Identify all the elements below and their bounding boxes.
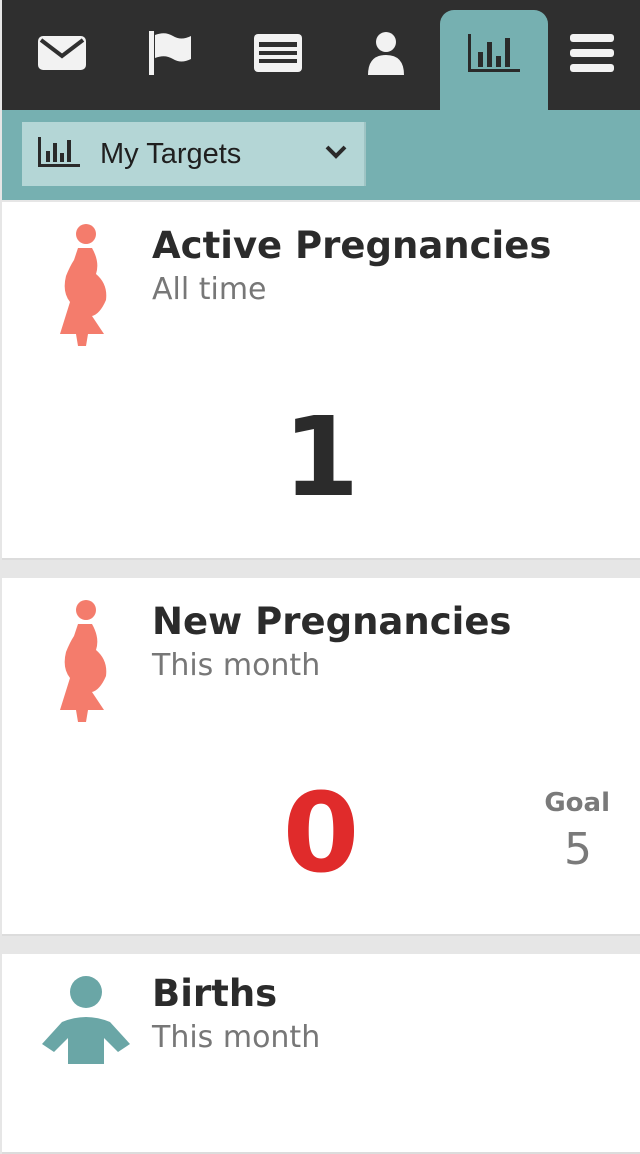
card-title: Active Pregnancies xyxy=(152,224,552,267)
envelope-icon xyxy=(37,34,87,72)
card-title: Births xyxy=(152,972,278,1015)
flag-icon xyxy=(145,31,195,75)
bar-chart-icon xyxy=(466,32,522,74)
target-card-new-pregnancies[interactable]: New Pregnancies This month 0 Goal 5 xyxy=(2,578,640,936)
tab-menu[interactable] xyxy=(538,10,640,110)
bar-chart-icon xyxy=(38,137,80,171)
dropdown-selected-label: My Targets xyxy=(100,137,242,170)
tab-contacts[interactable] xyxy=(332,10,440,110)
top-nav-bar xyxy=(2,0,640,110)
pregnant-woman-icon xyxy=(42,598,122,726)
card-period: This month xyxy=(152,1020,321,1055)
chevron-down-icon xyxy=(324,144,348,164)
filter-bar: My Targets xyxy=(2,110,640,200)
tab-tasks[interactable] xyxy=(116,10,224,110)
pregnant-woman-icon xyxy=(42,222,122,350)
goal-label: Goal xyxy=(544,788,610,818)
target-card-active-pregnancies[interactable]: Active Pregnancies All time 1 xyxy=(2,202,640,560)
targets-dropdown[interactable]: My Targets xyxy=(22,122,366,186)
report-list-icon xyxy=(253,33,303,73)
tab-reports[interactable] xyxy=(224,10,332,110)
card-value: 1 xyxy=(282,393,360,521)
baby-icon xyxy=(42,974,132,1068)
card-period: This month xyxy=(152,648,321,683)
target-card-births[interactable]: Births This month xyxy=(2,954,640,1154)
tab-analytics[interactable] xyxy=(440,10,548,110)
tab-messages[interactable] xyxy=(8,10,116,110)
person-icon xyxy=(366,31,406,75)
hamburger-menu-icon xyxy=(570,34,614,72)
goal-value: 5 xyxy=(564,824,592,875)
card-title: New Pregnancies xyxy=(152,600,512,643)
card-period: All time xyxy=(152,272,267,307)
